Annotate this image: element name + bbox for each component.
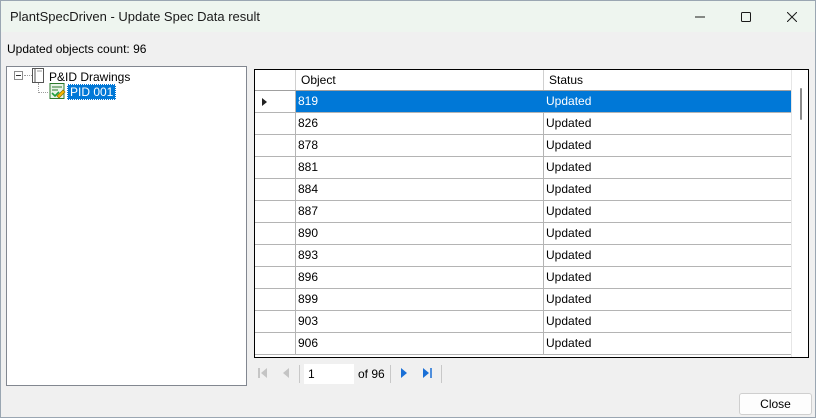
table-row[interactable]: 819 Updated bbox=[255, 91, 792, 113]
cell-object[interactable]: 903 bbox=[296, 311, 544, 332]
table-row[interactable]: 893 Updated bbox=[255, 245, 791, 267]
results-grid[interactable]: Object Status 819 Updated 826 Updated 87… bbox=[254, 69, 809, 358]
cell-object[interactable]: 896 bbox=[296, 267, 544, 288]
row-selector[interactable] bbox=[255, 311, 296, 332]
next-page-icon bbox=[401, 368, 407, 378]
table-row[interactable]: 826 Updated bbox=[255, 113, 791, 135]
drawing-document-icon bbox=[49, 83, 66, 99]
last-page-icon bbox=[423, 368, 432, 378]
drawing-set-icon bbox=[32, 68, 44, 83]
cell-object[interactable]: 887 bbox=[296, 201, 544, 222]
table-row[interactable]: 896 Updated bbox=[255, 267, 791, 289]
cell-object[interactable]: 893 bbox=[296, 245, 544, 266]
close-icon bbox=[787, 11, 797, 22]
table-row[interactable]: 890 Updated bbox=[255, 223, 791, 245]
previous-page-icon bbox=[283, 368, 289, 378]
window-title: PlantSpecDriven - Update Spec Data resul… bbox=[10, 9, 261, 24]
first-page-icon bbox=[258, 368, 267, 378]
row-selector[interactable] bbox=[255, 157, 296, 178]
cell-object[interactable]: 878 bbox=[296, 135, 544, 156]
dialog-window: PlantSpecDriven - Update Spec Data resul… bbox=[0, 0, 816, 418]
page-count-label: of 96 bbox=[358, 367, 385, 381]
column-header-object[interactable]: Object bbox=[296, 70, 544, 90]
scrollbar-thumb[interactable] bbox=[800, 88, 802, 120]
cell-status[interactable]: Updated bbox=[544, 91, 792, 112]
tree-connector bbox=[24, 75, 32, 76]
cell-object[interactable]: 884 bbox=[296, 179, 544, 200]
tree-root-label[interactable]: P&ID Drawings bbox=[49, 70, 130, 84]
pager-toolbar: of 96 bbox=[254, 363, 454, 385]
previous-page-button[interactable] bbox=[278, 365, 294, 381]
cell-status[interactable]: Updated bbox=[544, 289, 792, 310]
cell-status[interactable]: Updated bbox=[544, 157, 792, 178]
cell-status[interactable]: Updated bbox=[544, 201, 792, 222]
vertical-scrollbar[interactable] bbox=[791, 70, 808, 357]
maximize-button[interactable] bbox=[723, 1, 769, 32]
cell-status[interactable]: Updated bbox=[544, 245, 792, 266]
row-selector[interactable] bbox=[255, 289, 296, 310]
cell-status[interactable]: Updated bbox=[544, 333, 792, 354]
cell-status[interactable]: Updated bbox=[544, 135, 792, 156]
tree-connector bbox=[38, 92, 48, 93]
row-selector-header[interactable] bbox=[255, 70, 296, 90]
grid-rows: 819 Updated 826 Updated 878 Updated 881 … bbox=[255, 91, 792, 355]
row-selector[interactable] bbox=[255, 179, 296, 200]
toolbar-separator bbox=[441, 365, 442, 383]
row-selector[interactable] bbox=[255, 201, 296, 222]
minimize-icon bbox=[695, 16, 705, 17]
grid-header: Object Status bbox=[255, 70, 792, 91]
cell-object[interactable]: 819 bbox=[296, 91, 544, 112]
cell-object[interactable]: 890 bbox=[296, 223, 544, 244]
cell-status[interactable]: Updated bbox=[544, 179, 792, 200]
cell-object[interactable]: 899 bbox=[296, 289, 544, 310]
row-selector[interactable] bbox=[255, 91, 296, 112]
title-bar: PlantSpecDriven - Update Spec Data resul… bbox=[1, 1, 815, 32]
drawings-tree[interactable]: P&ID Drawings PID 001 bbox=[6, 66, 247, 386]
cell-status[interactable]: Updated bbox=[544, 311, 792, 332]
cell-object[interactable]: 881 bbox=[296, 157, 544, 178]
table-row[interactable]: 903 Updated bbox=[255, 311, 791, 333]
cell-status[interactable]: Updated bbox=[544, 267, 792, 288]
cell-object[interactable]: 906 bbox=[296, 333, 544, 354]
row-selector[interactable] bbox=[255, 113, 296, 134]
next-page-button[interactable] bbox=[396, 365, 412, 381]
row-selector[interactable] bbox=[255, 245, 296, 266]
table-row[interactable]: 887 Updated bbox=[255, 201, 791, 223]
row-selector[interactable] bbox=[255, 333, 296, 354]
cell-status[interactable]: Updated bbox=[544, 113, 792, 134]
cell-status[interactable]: Updated bbox=[544, 223, 792, 244]
column-header-status[interactable]: Status bbox=[544, 70, 792, 90]
table-row[interactable]: 906 Updated bbox=[255, 333, 791, 355]
close-button[interactable]: Close bbox=[739, 393, 812, 415]
close-window-button[interactable] bbox=[769, 1, 815, 32]
minimize-button[interactable] bbox=[677, 1, 723, 32]
row-selector[interactable] bbox=[255, 223, 296, 244]
maximize-icon bbox=[741, 11, 751, 22]
toolbar-separator bbox=[390, 365, 391, 383]
table-row[interactable]: 899 Updated bbox=[255, 289, 791, 311]
toolbar-separator bbox=[299, 365, 300, 383]
row-selector[interactable] bbox=[255, 267, 296, 288]
collapse-toggle[interactable] bbox=[14, 71, 23, 80]
tree-item-pid-001[interactable]: PID 001 bbox=[67, 84, 117, 100]
page-number-input[interactable] bbox=[304, 364, 354, 384]
row-selector[interactable] bbox=[255, 135, 296, 156]
first-page-button[interactable] bbox=[255, 365, 271, 381]
table-row[interactable]: 881 Updated bbox=[255, 157, 791, 179]
table-row[interactable]: 884 Updated bbox=[255, 179, 791, 201]
table-row[interactable]: 878 Updated bbox=[255, 135, 791, 157]
last-page-button[interactable] bbox=[419, 365, 435, 381]
current-row-icon bbox=[262, 98, 267, 106]
updated-count-label: Updated objects count: 96 bbox=[7, 42, 147, 56]
cell-object[interactable]: 826 bbox=[296, 113, 544, 134]
